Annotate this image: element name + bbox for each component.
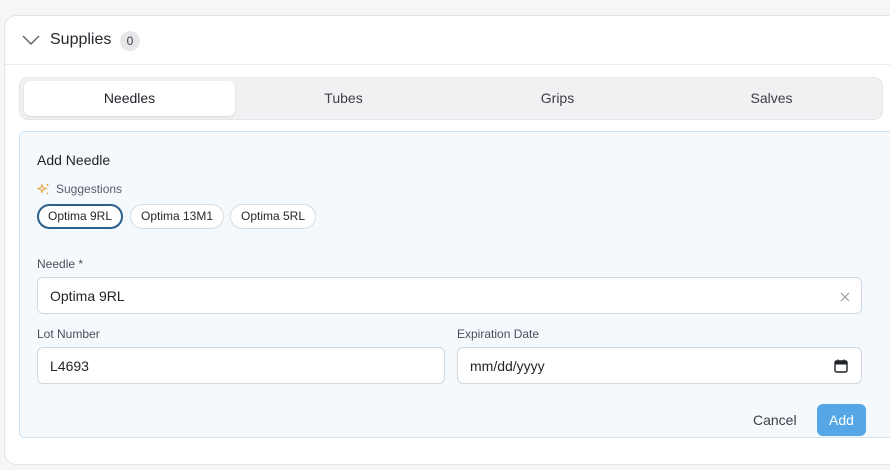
count-badge: 0 [120,31,140,51]
tab-salves[interactable]: Salves [666,81,877,116]
cancel-button[interactable]: Cancel [753,412,797,428]
chevron-down-icon[interactable] [22,34,40,46]
tab-needles[interactable]: Needles [24,81,235,116]
supply-tabs: Needles Tubes Grips Salves [19,77,883,120]
suggestion-chip-optima-5rl[interactable]: Optima 5RL [230,204,317,229]
expiration-date-input[interactable]: mm/dd/yyyy [457,347,862,384]
needle-input[interactable]: Optima 9RL [37,277,862,314]
add-button[interactable]: Add [817,404,866,436]
lot-number-input[interactable]: L4693 [37,347,445,384]
sparkle-icon [37,182,49,194]
section-title: Supplies [50,31,112,48]
supplies-header[interactable]: Supplies 0 [5,16,890,65]
panel-title: Add Needle [37,152,111,168]
suggestion-chip-optima-9rl[interactable]: Optima 9RL [37,204,124,229]
lot-number-value: L4693 [50,357,89,374]
supplies-card: Supplies 0 Needles Tubes Grips Salves Ad… [4,15,890,465]
needle-label: Needle * [37,257,84,271]
expiration-date-placeholder: mm/dd/yyyy [470,357,545,374]
suggestion-chip-optima-13m1[interactable]: Optima 13M1 [130,204,225,229]
close-icon[interactable] [839,291,851,303]
add-needle-panel: Add Needle Suggestions Optima 9RL Optima… [19,131,890,438]
calendar-icon[interactable] [834,359,848,373]
lot-number-label: Lot Number [37,327,100,341]
suggestions-label: Suggestions [37,182,122,196]
tab-tubes[interactable]: Tubes [238,81,449,116]
tab-grips[interactable]: Grips [452,81,663,116]
suggestions-label-text: Suggestions [56,182,123,196]
expiration-date-label: Expiration Date [457,327,540,341]
needle-value: Optima 9RL [50,287,125,304]
